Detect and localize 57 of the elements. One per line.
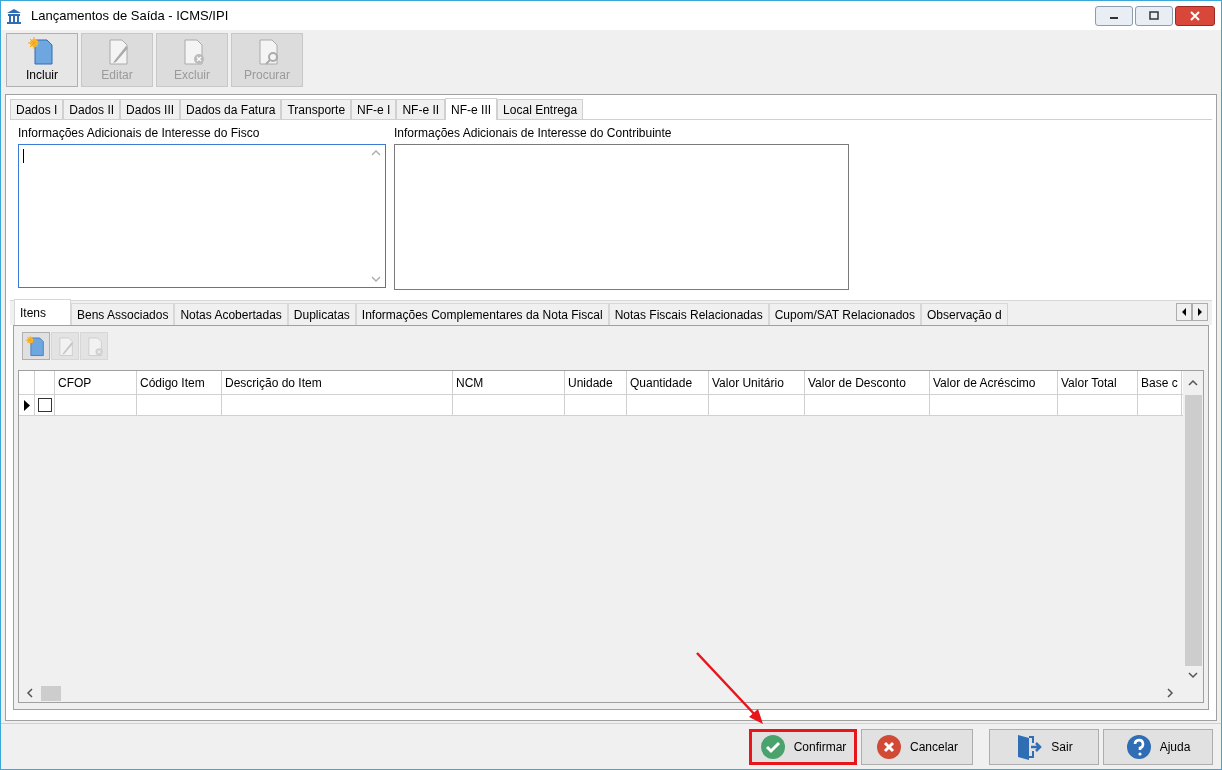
tab[interactable]: Transporte xyxy=(281,99,352,119)
column-header[interactable]: Valor de Acréscimo xyxy=(930,371,1058,394)
door-arrow-icon xyxy=(1015,732,1044,761)
tab[interactable]: NF-e III xyxy=(445,98,498,120)
tab[interactable]: Informações Complementares da Nota Fiscal xyxy=(355,303,609,325)
app-icon xyxy=(5,6,23,25)
close-icon xyxy=(1190,10,1200,21)
column-header[interactable]: Unidade xyxy=(565,371,627,394)
tab[interactable]: Dados da Fatura xyxy=(180,99,282,119)
tab[interactable]: Dados II xyxy=(63,99,121,119)
scroll-left-button[interactable] xyxy=(1176,303,1192,321)
triangle-right-icon xyxy=(1197,308,1203,316)
maximize-icon xyxy=(1149,11,1159,20)
tab[interactable]: Cupom/SAT Relacionados xyxy=(768,303,921,325)
close-circle-icon xyxy=(876,733,902,760)
column-header[interactable]: Descrição do Item xyxy=(222,371,453,394)
column-header[interactable]: Valor de Desconto xyxy=(805,371,930,394)
column-header[interactable]: Código Item xyxy=(137,371,222,394)
tab[interactable]: Local Entrega xyxy=(497,99,584,119)
tab[interactable]: Observação d xyxy=(921,303,1008,325)
tab[interactable]: NF-e I xyxy=(351,99,397,119)
scroll-right-button[interactable] xyxy=(1192,303,1208,321)
column-header[interactable]: Base c xyxy=(1138,371,1182,394)
column-header[interactable]: Quantidade xyxy=(627,371,709,394)
dialog-button[interactable]: Sair xyxy=(989,728,1099,765)
scrollbar-thumb[interactable] xyxy=(1184,395,1202,666)
tab[interactable]: Dados III xyxy=(120,99,181,119)
field-label: Informações Adicionais de Interesse do Contribuinte xyxy=(394,125,673,142)
tab[interactable]: NF-e II xyxy=(396,99,446,119)
check-circle-icon xyxy=(759,733,786,760)
tab[interactable]: Itens xyxy=(14,299,71,325)
new-document-icon xyxy=(25,335,47,357)
chevron-down-icon[interactable] xyxy=(1188,671,1198,679)
dialog-button[interactable]: Ajuda xyxy=(1103,728,1213,765)
help-icon xyxy=(1125,733,1152,760)
minimize-button[interactable] xyxy=(1095,5,1133,26)
tab[interactable]: Notas Fiscais Relacionadas xyxy=(608,303,769,325)
add-item-button[interactable] xyxy=(22,332,50,360)
dialog-button[interactable]: Confirmar xyxy=(749,728,857,765)
field-label: Informações Adicionais de Interesse do Fisco xyxy=(18,125,261,142)
column-header[interactable]: Valor Total xyxy=(1058,371,1138,394)
toolbar-button[interactable]: Incluir xyxy=(6,33,78,87)
tab[interactable]: Duplicatas xyxy=(287,303,356,325)
tab[interactable]: Dados I xyxy=(10,99,64,119)
column-header[interactable]: NCM xyxy=(453,371,565,394)
close-button[interactable] xyxy=(1175,5,1215,26)
triangle-left-icon xyxy=(1181,308,1187,316)
dialog-button[interactable]: Cancelar xyxy=(861,728,973,765)
window-title: Lançamentos de Saída - ICMS/IPI xyxy=(31,6,229,25)
scrollbar-thumb[interactable] xyxy=(41,685,61,701)
chevron-up-icon[interactable] xyxy=(1188,379,1198,387)
tab[interactable]: Notas Acobertadas xyxy=(174,303,288,325)
checkbox[interactable] xyxy=(37,398,52,412)
tab[interactable]: Bens Associados xyxy=(71,303,175,325)
column-header[interactable]: CFOP xyxy=(55,371,137,394)
maximize-button[interactable] xyxy=(1135,5,1173,26)
column-header[interactable]: Valor Unitário xyxy=(709,371,805,394)
